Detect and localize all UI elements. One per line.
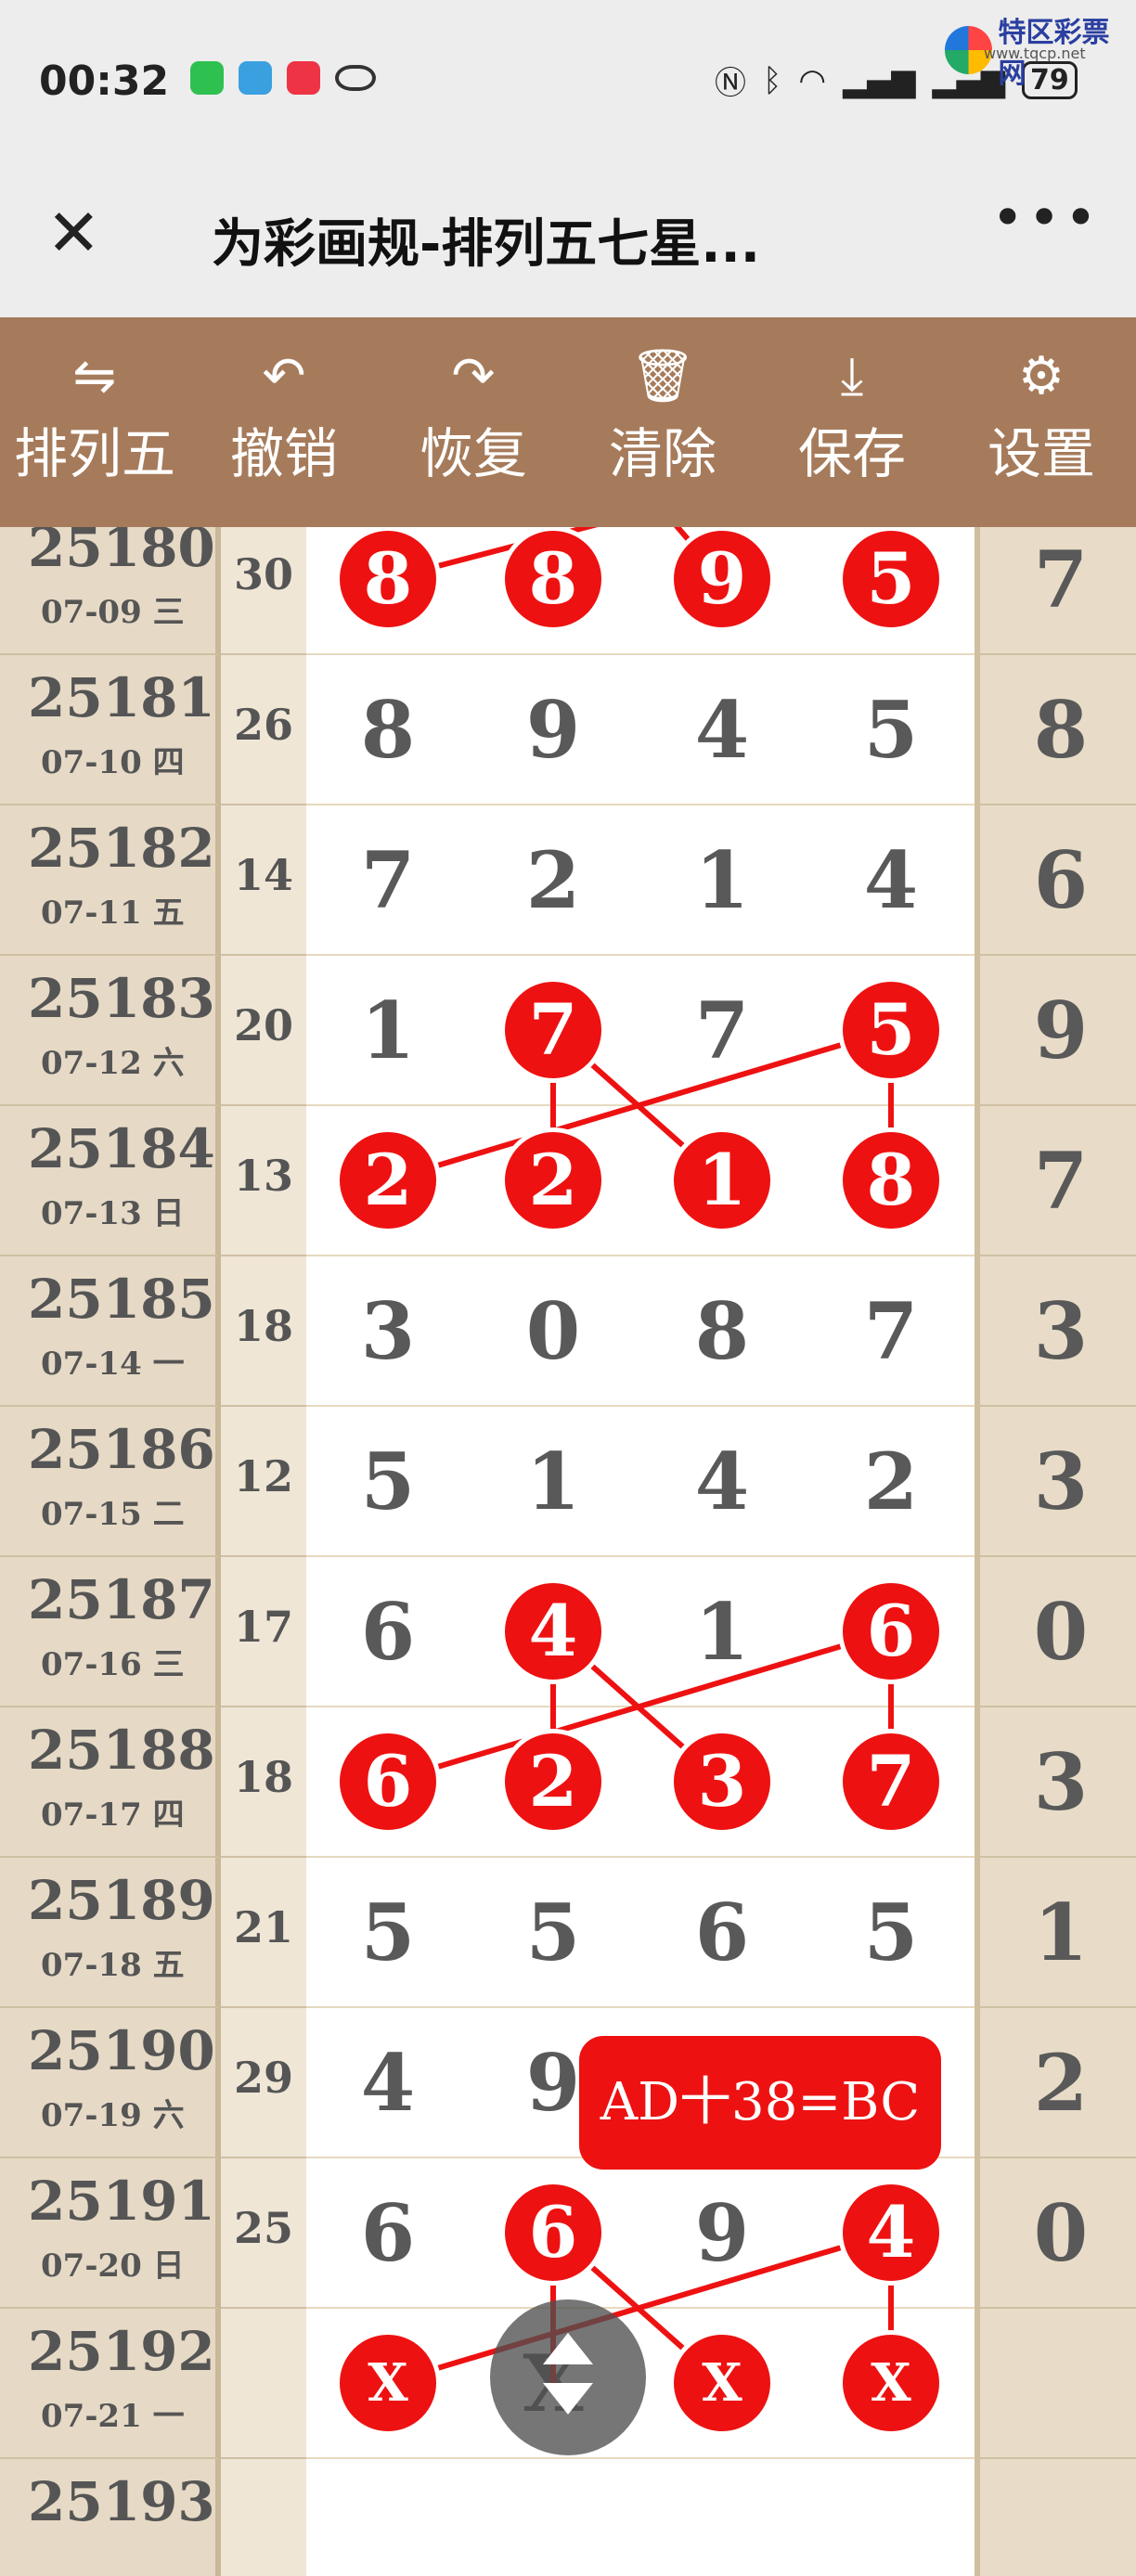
toolbar-label: 清除 bbox=[608, 422, 716, 485]
redo-icon: ↷ bbox=[451, 346, 496, 406]
eye-icon bbox=[335, 65, 376, 91]
toolbar-swap-button[interactable]: ⇋ 排列五 bbox=[0, 317, 189, 527]
arrow-up-icon bbox=[543, 2333, 593, 2364]
toolbar-label: 撤销 bbox=[229, 422, 338, 485]
marked-ball[interactable]: 8 bbox=[838, 1127, 944, 1233]
marked-ball[interactable]: 8 bbox=[500, 527, 606, 632]
marked-ball[interactable]: X bbox=[335, 2330, 441, 2436]
signal-icon: ▂▄▆ bbox=[843, 61, 916, 99]
toolbar-save-button[interactable]: ⤓ 保存 bbox=[757, 317, 947, 527]
marked-ball[interactable]: 6 bbox=[335, 1729, 441, 1835]
trash-icon: 🗑 bbox=[629, 346, 696, 406]
status-time: 00:32 bbox=[39, 58, 170, 105]
toolbar-clear-button[interactable]: 🗑 清除 bbox=[568, 317, 757, 527]
marked-ball[interactable]: 4 bbox=[500, 1578, 606, 1684]
download-icon: ⤓ bbox=[840, 346, 864, 406]
toolbar: ⇋ 排列五 ↶ 撤销 ↷ 恢复 🗑 清除 ⤓ 保存 ⚙ 设置 bbox=[0, 317, 1136, 527]
toolbar-undo-button[interactable]: ↶ 撤销 bbox=[189, 317, 379, 527]
marked-ball[interactable]: 7 bbox=[838, 1729, 944, 1835]
marked-ball[interactable]: 6 bbox=[500, 2180, 606, 2286]
swap-icon: ⇋ bbox=[72, 346, 117, 406]
app-red-icon bbox=[287, 61, 320, 95]
toolbar-label: 排列五 bbox=[13, 422, 175, 485]
toolbar-label: 恢复 bbox=[419, 422, 527, 485]
scroll-toggle-button[interactable] bbox=[490, 2299, 646, 2455]
wechat-icon bbox=[190, 61, 224, 95]
marked-ball[interactable]: 3 bbox=[669, 1729, 775, 1835]
marked-ball[interactable]: 7 bbox=[500, 977, 606, 1083]
status-bar: 00:32 Ⓝ ᛒ ◠ ▂▄▆ ▂▄▆ 79 特区彩票网 www.tqcp.ne… bbox=[0, 0, 1136, 167]
marked-ball[interactable]: 1 bbox=[669, 1127, 775, 1233]
undo-icon: ↶ bbox=[262, 346, 306, 406]
watermark-url: www.tqcp.net bbox=[984, 45, 1086, 62]
marked-ball[interactable]: X bbox=[669, 2330, 775, 2436]
page-title: 为彩画规-排列五七星... bbox=[212, 214, 761, 275]
toolbar-label: 设置 bbox=[987, 422, 1095, 485]
marked-ball[interactable]: 6 bbox=[838, 1578, 944, 1684]
toolbar-redo-button[interactable]: ↷ 恢复 bbox=[379, 317, 568, 527]
more-icon[interactable]: ••• bbox=[991, 186, 1101, 251]
app-icon bbox=[239, 61, 272, 95]
draw-grid[interactable]: 25180 07-09 三 30 7 25181 07-10 四 26 8 9 4 5 8 25182 0… bbox=[0, 527, 1136, 2576]
marked-ball[interactable]: 2 bbox=[500, 1127, 606, 1233]
wifi-icon: ◠ bbox=[798, 61, 827, 99]
toolbar-settings-button[interactable]: ⚙ 设置 bbox=[947, 317, 1136, 527]
marked-ball[interactable]: 9 bbox=[669, 527, 775, 632]
gear-icon: ⚙ bbox=[1017, 346, 1065, 406]
close-icon[interactable]: ✕ bbox=[46, 200, 101, 265]
marked-ball[interactable]: 2 bbox=[500, 1729, 606, 1835]
marked-ball[interactable]: 2 bbox=[335, 1127, 441, 1233]
notification-icons bbox=[190, 61, 376, 95]
marked-ball[interactable]: 5 bbox=[838, 527, 944, 632]
arrow-down-icon bbox=[543, 2383, 593, 2415]
marked-ball[interactable]: 5 bbox=[838, 977, 944, 1083]
toolbar-label: 保存 bbox=[797, 422, 906, 485]
marked-ball[interactable]: 8 bbox=[335, 527, 441, 632]
bluetooth-icon: ᛒ bbox=[763, 61, 782, 99]
marked-ball[interactable]: 4 bbox=[838, 2180, 944, 2286]
formula-badge[interactable]: AD十38=BC bbox=[579, 2036, 941, 2170]
nfc-icon: Ⓝ bbox=[715, 65, 746, 102]
marked-ball[interactable]: X bbox=[838, 2330, 944, 2436]
